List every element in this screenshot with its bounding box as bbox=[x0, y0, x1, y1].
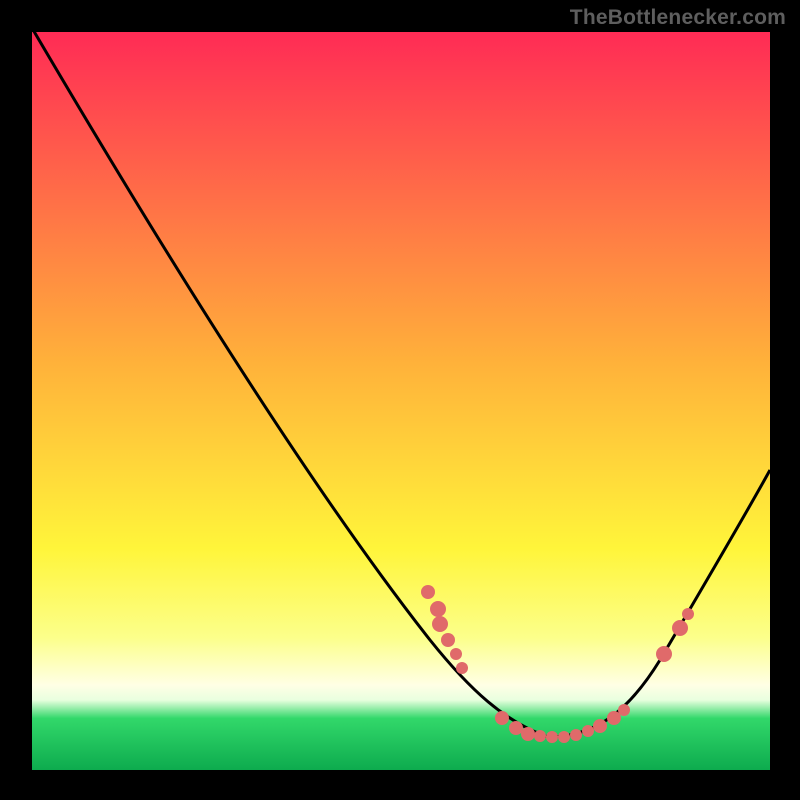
data-marker bbox=[521, 727, 535, 741]
data-marker bbox=[546, 731, 558, 743]
watermark-text: TheBottlenecker.com bbox=[570, 6, 786, 30]
data-marker bbox=[582, 725, 594, 737]
chart-container: { "watermark": "TheBottlenecker.com", "c… bbox=[0, 0, 800, 800]
data-marker bbox=[456, 662, 468, 674]
data-marker bbox=[432, 616, 448, 632]
data-marker bbox=[618, 704, 630, 716]
data-marker bbox=[534, 730, 546, 742]
data-marker bbox=[682, 608, 694, 620]
data-marker bbox=[656, 646, 672, 662]
data-marker bbox=[509, 721, 523, 735]
data-marker bbox=[495, 711, 509, 725]
chart-svg bbox=[0, 0, 800, 800]
data-marker bbox=[593, 719, 607, 733]
data-marker bbox=[430, 601, 446, 617]
data-marker bbox=[450, 648, 462, 660]
data-marker bbox=[570, 729, 582, 741]
data-marker bbox=[421, 585, 435, 599]
data-marker bbox=[441, 633, 455, 647]
data-marker bbox=[672, 620, 688, 636]
data-marker bbox=[558, 731, 570, 743]
